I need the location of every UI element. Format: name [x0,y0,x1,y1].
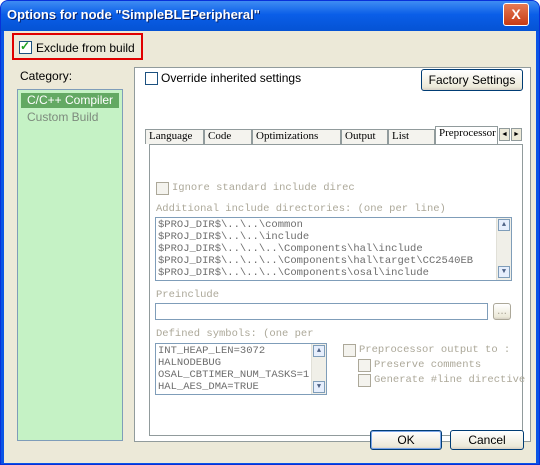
include-dirs-label: Additional include directories: (one per… [156,203,446,215]
checkmark-icon: ✓ [20,39,31,53]
defined-symbols-label: Defined symbols: (one per [156,328,314,340]
category-label: Category: [20,69,73,83]
defined-symbol-line: OSAL_CBTIMER_NUM_TASKS=1 [158,369,310,381]
cancel-button[interactable]: Cancel [450,430,524,450]
tab-scroll-right-icon[interactable]: ► [511,128,522,141]
include-dirs-scrollbar[interactable]: ▲ ▼ [496,218,511,280]
ignore-std-include-checkbox[interactable] [156,182,169,195]
defined-symbols-scrollbar[interactable]: ▲ ▼ [311,344,326,394]
factory-settings-button[interactable]: Factory Settings [421,69,523,91]
tab-language[interactable]: Language [145,129,204,144]
tab-preprocessor[interactable]: Preprocessor [435,126,498,144]
exclude-from-build-checkbox[interactable]: ✓ [19,39,32,54]
close-button[interactable]: X [503,3,529,26]
window-title: Options for node "SimpleBLEPeripheral" [7,7,260,22]
options-dialog: Options for node "SimpleBLEPeripheral" X… [0,0,540,465]
tab-optimizations[interactable]: Optimizations [252,129,341,144]
defined-symbol-line: HAL_AES_DMA=TRUE [158,381,259,393]
include-dir-line: $PROJ_DIR$\..\..\..\Components\hal\targe… [158,255,474,267]
defined-symbol-line: HALNODEBUG [158,357,222,369]
exclude-from-build-label: Exclude from build [36,41,135,55]
scroll-down-icon[interactable]: ▼ [313,381,325,393]
dialog-body: ✓ Exclude from build Category: C/C++ Com… [4,31,536,463]
scroll-up-icon[interactable]: ▲ [313,345,325,357]
include-dir-line: $PROJ_DIR$\..\..\..\Components\hal\inclu… [158,243,423,255]
ignore-std-include-label: Ignore standard include direc [172,182,355,194]
include-dir-line: $PROJ_DIR$\..\..\..\Components\osal\incl… [158,267,429,279]
defined-symbols-textbox[interactable]: INT_HEAP_LEN=3072 HALNODEBUG OSAL_CBTIME… [155,343,327,395]
include-dirs-textbox[interactable]: $PROJ_DIR$\..\..\common $PROJ_DIR$\..\..… [155,217,512,281]
category-list: C/C++ Compiler Custom Build [17,89,123,441]
scroll-up-icon[interactable]: ▲ [498,219,510,231]
preprocessor-output-checkbox[interactable] [343,344,356,357]
preserve-comments-label: Preserve comments [374,359,482,371]
defined-symbol-line: INT_HEAP_LEN=3072 [158,345,266,357]
tab-code[interactable]: Code [204,129,252,144]
generate-line-label: Generate #line directive [374,374,526,386]
include-dir-line: $PROJ_DIR$\..\..\include [158,231,310,243]
scroll-down-icon[interactable]: ▼ [498,266,510,278]
tab-scroll-left-icon[interactable]: ◄ [499,128,510,141]
category-item-c-cpp-compiler[interactable]: C/C++ Compiler [21,93,119,108]
override-inherited-label: Override inherited settings [161,71,302,85]
generate-line-checkbox[interactable] [358,374,371,387]
override-inherited-checkbox[interactable] [145,72,158,85]
include-dir-line: $PROJ_DIR$\..\..\common [158,219,303,231]
preinclude-label: Preinclude [156,289,220,301]
tab-list[interactable]: List [388,129,435,144]
ok-button[interactable]: OK [370,430,442,450]
title-bar[interactable]: Options for node "SimpleBLEPeripheral" X [1,1,539,31]
preserve-comments-checkbox[interactable] [358,359,371,372]
tab-output[interactable]: Output [341,129,388,144]
preprocessor-output-label: Preprocessor output to : [359,344,511,356]
preinclude-browse-button[interactable]: ... [493,303,511,320]
preinclude-input[interactable] [155,303,488,320]
category-item-custom-build[interactable]: Custom Build [27,110,98,124]
